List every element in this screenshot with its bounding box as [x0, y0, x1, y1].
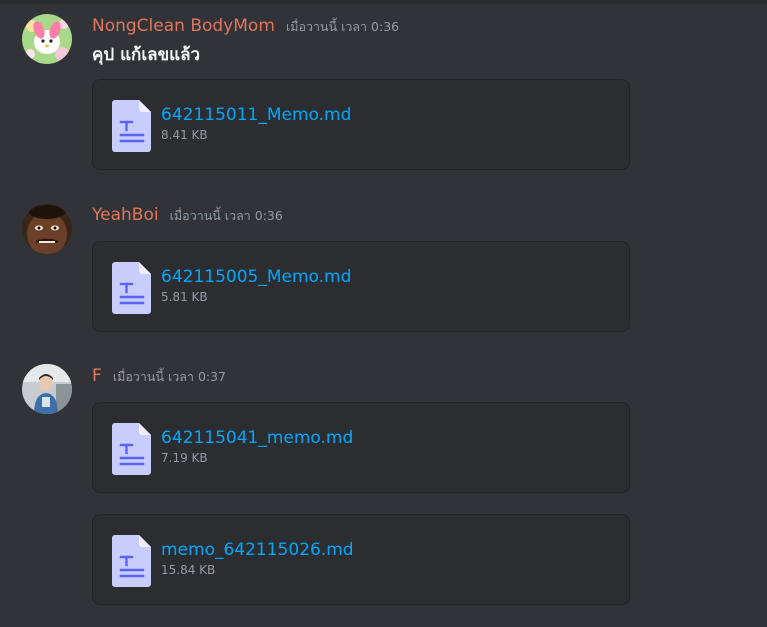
message-text: คุป แก้เลขแล้ว	[92, 45, 201, 65]
file-size: 8.41 KB	[161, 128, 208, 142]
timestamp[interactable]: เมื่อวานนี้ เวลา 0:37	[113, 369, 226, 384]
file-name-link[interactable]: 642115041_memo.md	[161, 428, 353, 448]
text-file-icon	[112, 100, 152, 152]
top-divider	[0, 0, 767, 4]
message-header: NongClean BodyMom เมื่อวานนี้ เวลา 0:36	[92, 16, 399, 37]
file-attachment: 642115005_Memo.md 5.81 KB	[92, 241, 630, 332]
chat-message-list: NongClean BodyMom เมื่อวานนี้ เวลา 0:36 …	[0, 0, 767, 627]
file-size: 7.19 KB	[161, 451, 208, 465]
message-header: YeahBoi เมื่อวานนี้ เวลา 0:36	[92, 205, 283, 226]
avatar-image-icon	[22, 364, 72, 414]
user-avatar[interactable]	[22, 204, 72, 254]
timestamp[interactable]: เมื่อวานนี้ เวลา 0:36	[170, 208, 283, 223]
text-file-icon	[112, 535, 152, 587]
avatar-image-icon	[22, 14, 72, 64]
file-name-link[interactable]: 642115011_Memo.md	[161, 105, 351, 125]
file-size: 5.81 KB	[161, 290, 208, 304]
message-header: F เมื่อวานนี้ เวลา 0:37	[92, 366, 226, 387]
username[interactable]: F	[92, 366, 102, 386]
file-attachment: 642115011_Memo.md 8.41 KB	[92, 79, 630, 170]
file-name-link[interactable]: memo_642115026.md	[161, 540, 354, 560]
file-size: 15.84 KB	[161, 563, 216, 577]
file-attachment: 642115041_memo.md 7.19 KB	[92, 402, 630, 493]
user-avatar[interactable]	[22, 364, 72, 414]
file-attachment: memo_642115026.md 15.84 KB	[92, 514, 630, 605]
avatar-image-icon	[22, 204, 72, 254]
file-name-link[interactable]: 642115005_Memo.md	[161, 267, 351, 287]
text-file-icon	[112, 262, 152, 314]
text-file-icon	[112, 423, 152, 475]
user-avatar[interactable]	[22, 14, 72, 64]
username[interactable]: YeahBoi	[92, 205, 159, 225]
timestamp[interactable]: เมื่อวานนี้ เวลา 0:36	[286, 19, 399, 34]
username[interactable]: NongClean BodyMom	[92, 16, 275, 36]
